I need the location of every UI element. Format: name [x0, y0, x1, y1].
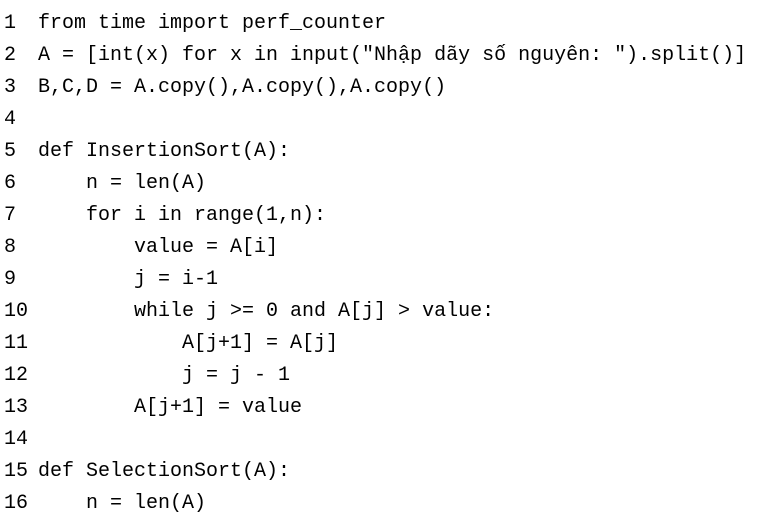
code-text: from time import perf_counter — [38, 8, 386, 40]
line-number: 16 — [4, 488, 32, 520]
code-text: n = len(A) — [38, 168, 206, 200]
code-line: 8 value = A[i] — [4, 232, 772, 264]
code-text: A[j+1] = value — [38, 392, 302, 424]
code-line: 7 for i in range(1,n): — [4, 200, 772, 232]
code-line: 16 n = len(A) — [4, 488, 772, 520]
code-text: j = j - 1 — [38, 360, 290, 392]
line-number: 8 — [4, 232, 32, 264]
line-number: 13 — [4, 392, 32, 424]
line-number: 12 — [4, 360, 32, 392]
code-text: for i in range(1,n): — [38, 200, 326, 232]
line-number: 15 — [4, 456, 32, 488]
code-line: 5 def InsertionSort(A): — [4, 136, 772, 168]
code-text: A = [int(x) for x in input("Nhập dãy số … — [38, 40, 746, 72]
code-line: 4 — [4, 104, 772, 136]
line-number: 4 — [4, 104, 32, 136]
code-line: 10 while j >= 0 and A[j] > value: — [4, 296, 772, 328]
code-line: 2 A = [int(x) for x in input("Nhập dãy s… — [4, 40, 772, 72]
line-number: 3 — [4, 72, 32, 104]
code-text: n = len(A) — [38, 488, 206, 520]
line-number: 10 — [4, 296, 32, 328]
code-line: 12 j = j - 1 — [4, 360, 772, 392]
code-text: value = A[i] — [38, 232, 278, 264]
code-text: j = i-1 — [38, 264, 218, 296]
code-line: 6 n = len(A) — [4, 168, 772, 200]
code-line: 9 j = i-1 — [4, 264, 772, 296]
code-text: A[j+1] = A[j] — [38, 328, 338, 360]
line-number: 9 — [4, 264, 32, 296]
code-line: 1 from time import perf_counter — [4, 8, 772, 40]
line-number: 1 — [4, 8, 32, 40]
line-number: 14 — [4, 424, 32, 456]
line-number: 6 — [4, 168, 32, 200]
code-line: 15 def SelectionSort(A): — [4, 456, 772, 488]
code-line: 3 B,C,D = A.copy(),A.copy(),A.copy() — [4, 72, 772, 104]
code-line: 13 A[j+1] = value — [4, 392, 772, 424]
code-line: 11 A[j+1] = A[j] — [4, 328, 772, 360]
code-text: while j >= 0 and A[j] > value: — [38, 296, 494, 328]
code-line: 14 — [4, 424, 772, 456]
code-text: B,C,D = A.copy(),A.copy(),A.copy() — [38, 72, 446, 104]
line-number: 2 — [4, 40, 32, 72]
code-text: def SelectionSort(A): — [38, 456, 290, 488]
code-text: def InsertionSort(A): — [38, 136, 290, 168]
line-number: 11 — [4, 328, 32, 360]
code-editor: 1 from time import perf_counter 2 A = [i… — [4, 8, 772, 520]
line-number: 5 — [4, 136, 32, 168]
line-number: 7 — [4, 200, 32, 232]
